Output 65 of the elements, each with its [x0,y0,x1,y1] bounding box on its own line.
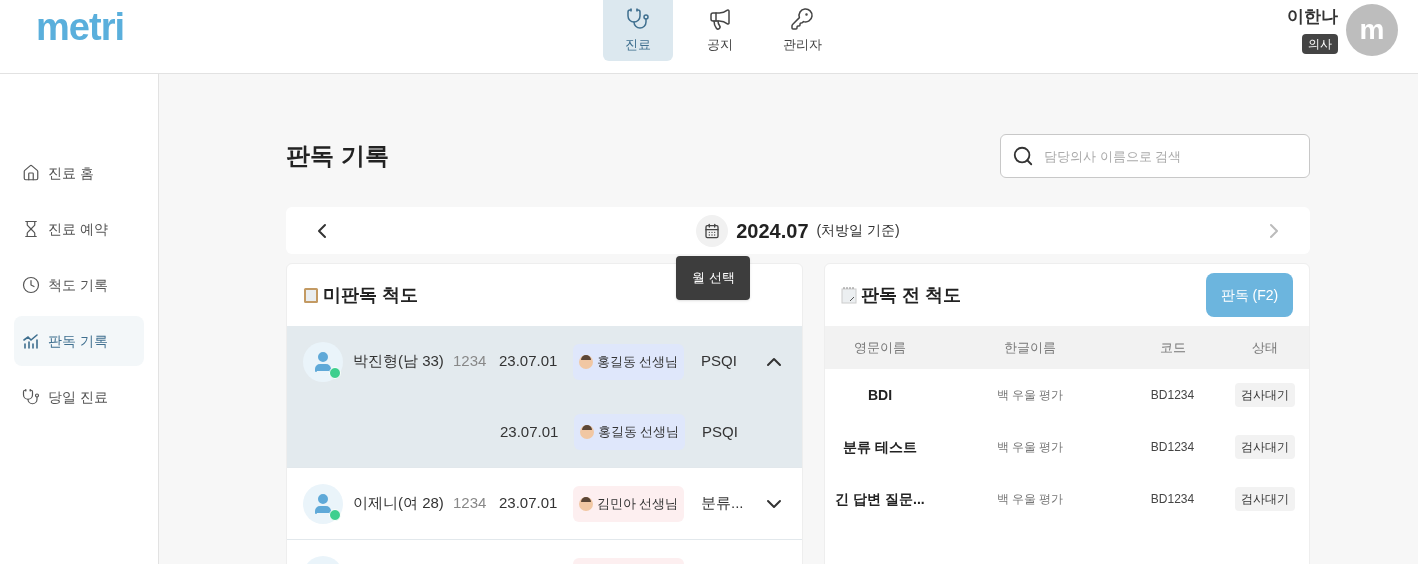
test-code: BD1234 [1149,439,1196,456]
page-title: 판독 기록 [286,141,389,171]
korean-name: 백 우울 평가 [995,491,1065,508]
doctor-badge: 홍길동 선생님 [573,343,684,380]
key-icon [790,6,814,31]
stethoscope-icon [626,6,650,31]
patient-row[interactable]: 박진형(남 33) 1234 23.07.01 홍길동 선생님 PSQI 23.07.01 홍길동 선생님 PSQI [287,326,802,468]
nav-tab[interactable]: 진료 [603,0,673,61]
test-code: BD1234 [1149,491,1196,508]
home-icon [22,164,40,182]
patient-avatar [303,483,343,524]
patient-name: 박진형(남 33) [353,351,445,372]
selected-month: 2024.07 [736,218,809,244]
nav-tab[interactable]: 관리자 [767,0,837,61]
test-name: PSQI [701,351,738,372]
sidebar-item[interactable]: 척도 기록 [14,260,144,310]
hourglass-icon [22,220,40,238]
panel-title: 미판독 척도 [323,283,418,307]
test-date: 23.07.01 [500,421,560,442]
nav-tab[interactable]: 공지 [685,0,755,61]
column-header: 상태 [1250,338,1279,357]
calendar-icon [704,222,721,239]
person-icon [578,354,593,369]
doctor-badge: 김민아 선생님 [573,485,684,522]
test-date: 23.07.01 [499,493,559,514]
clock-icon [22,276,40,294]
column-header: 영문이름 [853,338,907,357]
calendar-button[interactable] [696,214,729,247]
korean-name: 백 우울 평가 [995,439,1065,456]
panel-title: 판독 전 척도 [861,283,961,307]
english-name: 긴 답변 질문... [834,489,926,509]
sidebar-item[interactable]: 진료 예약 [14,204,144,254]
status-tag: 검사대기 [1234,383,1295,407]
doctor-badge: 홍길동 선생님 [574,414,685,450]
search-icon [1012,145,1034,167]
column-header: 한글이름 [1003,338,1057,357]
month-note: (처방일 기준) [816,221,900,240]
status-tag: 검사대기 [1234,487,1295,511]
english-name: BDI [866,385,894,405]
english-name: 분류 테스트 [842,437,918,457]
notepad-icon [841,286,857,304]
person-icon [579,425,594,439]
column-header: 코드 [1158,338,1187,357]
stethoscope-icon [22,388,40,406]
test-date: 23.07.01 [499,351,559,372]
search-field[interactable]: 담당의사 이름으로 검색 [1000,134,1310,178]
role-tag: 의사 [1302,33,1338,54]
test-name: PSQI [702,421,738,442]
korean-name: 백 우울 평가 [995,387,1065,404]
person-icon [578,496,593,511]
status-tag: 검사대기 [1234,435,1295,459]
chart-icon [22,332,40,350]
test-code: BD1234 [1149,387,1196,404]
test-name: 분류... [701,493,745,514]
sidebar-item[interactable]: 진료 홈 [14,148,144,198]
patient-avatar [303,341,343,382]
patient-id: 1234 [453,493,488,514]
tooltip: 월 선택 [676,255,751,300]
sidebar-item[interactable]: 당일 진료 [14,372,144,422]
megaphone-icon [708,6,732,31]
clipboard-icon [303,286,319,304]
patient-id: 1234 [453,351,488,372]
sidebar-item[interactable]: 판독 기록 [14,316,144,366]
patient-name: 이제니(여 28) [353,493,445,514]
user-name: 이한나 [1287,6,1338,28]
